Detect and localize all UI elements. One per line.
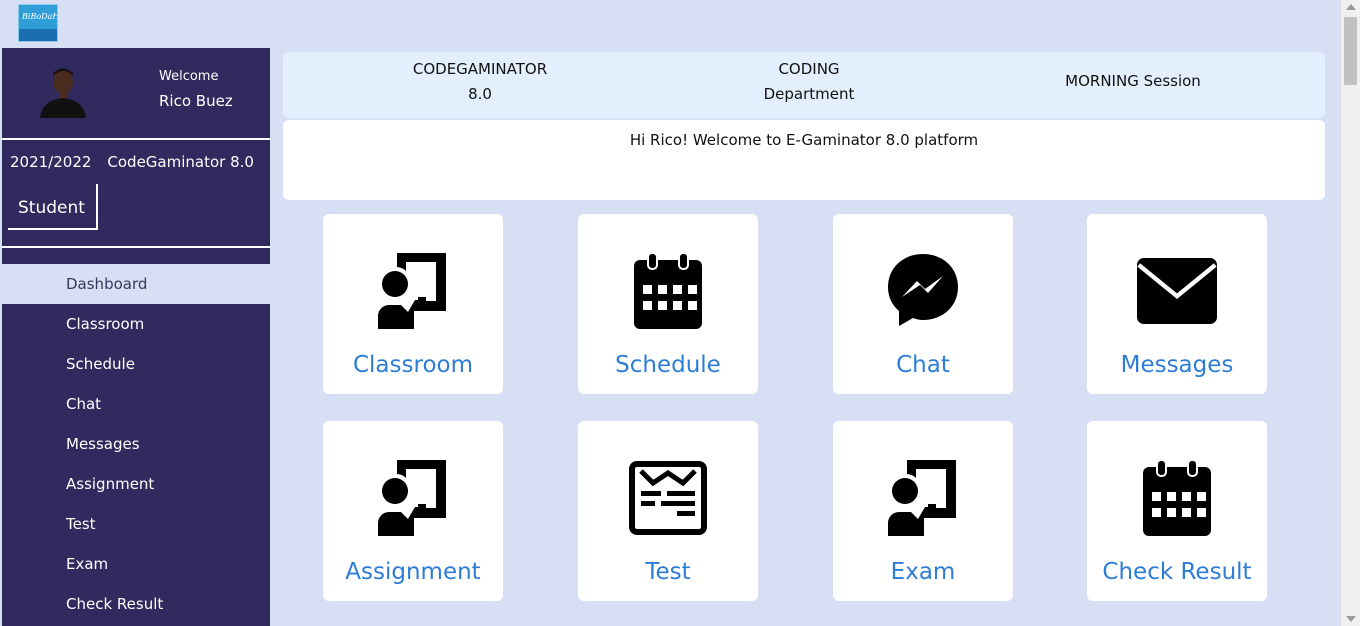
scroll-thumb[interactable]	[1344, 17, 1357, 85]
card-label: Classroom	[352, 352, 473, 378]
card-classroom[interactable]: Classroom	[323, 214, 503, 394]
card-label: Chat	[896, 352, 950, 378]
scroll-up-arrow-icon[interactable]	[1346, 4, 1356, 10]
newspaper-icon	[628, 458, 708, 538]
sidebar-item-assignment[interactable]: Assignment	[2, 464, 270, 504]
sidebar-item-dashboard[interactable]: Dashboard	[2, 264, 270, 304]
sidebar: Welcome Rico Buez 2021/2022 CodeGaminato…	[2, 48, 270, 626]
card-test[interactable]: Test	[578, 421, 758, 601]
role-row: Student	[2, 184, 270, 248]
chalkboard-teacher-icon	[883, 458, 963, 538]
scroll-down-arrow-icon[interactable]	[1346, 616, 1356, 622]
calendar-icon	[628, 251, 708, 331]
sidebar-item-chat[interactable]: Chat	[2, 384, 270, 424]
department-info-line2: Department	[763, 85, 855, 103]
card-label: Assignment	[345, 559, 481, 585]
sidebar-item-schedule[interactable]: Schedule	[2, 344, 270, 384]
sidebar-item-messages[interactable]: Messages	[2, 424, 270, 464]
session-row: 2021/2022 CodeGaminator 8.0	[2, 140, 270, 184]
department-info-line1: CODING	[778, 60, 840, 78]
logo-base	[19, 29, 57, 41]
welcome-label: Welcome	[159, 69, 219, 84]
session-year: 2021/2022	[10, 153, 92, 171]
envelope-icon	[1137, 251, 1217, 331]
sidebar-item-exam[interactable]: Exam	[2, 544, 270, 584]
chalkboard-teacher-icon	[373, 458, 453, 538]
card-assignment[interactable]: Assignment	[323, 421, 503, 601]
card-label: Check Result	[1102, 559, 1252, 585]
sidebar-item-check-result[interactable]: Check Result	[2, 584, 270, 624]
card-label: Schedule	[615, 352, 721, 378]
card-chat[interactable]: Chat	[833, 214, 1013, 394]
program-info: CODEGAMINATOR 8.0	[410, 57, 550, 107]
card-label: Messages	[1120, 352, 1234, 378]
program-info-line2: 8.0	[468, 85, 492, 103]
logo-text: BiBoDaH	[22, 12, 58, 21]
card-check-result[interactable]: Check Result	[1087, 421, 1267, 601]
sidebar-item-classroom[interactable]: Classroom	[2, 304, 270, 344]
vertical-scrollbar[interactable]	[1340, 0, 1360, 626]
chalkboard-teacher-icon	[373, 251, 453, 331]
card-exam[interactable]: Exam	[833, 421, 1013, 601]
top-bar: BiBoDaH	[0, 0, 1340, 48]
main-content: CODEGAMINATOR 8.0 CODING Department MORN…	[283, 48, 1325, 200]
session-info: MORNING Session	[1065, 72, 1201, 90]
sidebar-nav: Dashboard Classroom Schedule Chat Messag…	[2, 264, 270, 624]
user-name: Rico Buez	[159, 92, 233, 110]
greeting-banner: Hi Rico! Welcome to E-Gaminator 8.0 plat…	[283, 120, 1325, 200]
role-badge: Student	[8, 184, 98, 230]
info-bar: CODEGAMINATOR 8.0 CODING Department MORN…	[283, 52, 1325, 118]
messenger-icon	[883, 251, 963, 331]
calendar-icon	[1137, 458, 1217, 538]
department-info: CODING Department	[729, 57, 889, 107]
program-name: CodeGaminator 8.0	[107, 153, 254, 171]
card-messages[interactable]: Messages	[1087, 214, 1267, 394]
sidebar-item-test[interactable]: Test	[2, 504, 270, 544]
profile-section: Welcome Rico Buez	[2, 48, 270, 140]
card-label: Test	[645, 559, 691, 585]
app-logo[interactable]: BiBoDaH	[18, 4, 58, 42]
dashboard-cards: Classroom Schedule Chat Messages Assignm…	[323, 214, 1273, 604]
card-label: Exam	[890, 559, 956, 585]
avatar	[38, 64, 88, 118]
program-info-line1: CODEGAMINATOR	[412, 60, 548, 78]
card-schedule[interactable]: Schedule	[578, 214, 758, 394]
